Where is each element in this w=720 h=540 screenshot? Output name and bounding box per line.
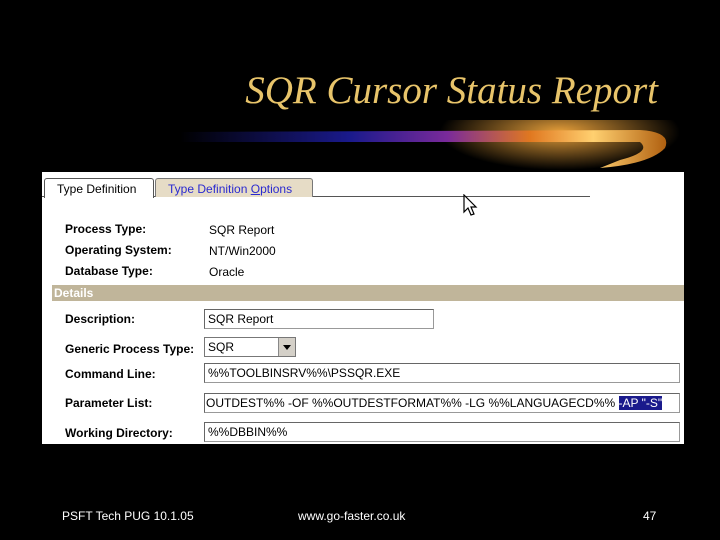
- slide-title: SQR Cursor Status Report: [245, 69, 658, 112]
- tab-label-pre: Type Definition: [168, 182, 251, 196]
- slide-page-number: 47: [643, 509, 657, 523]
- footer-left-text: PSFT Tech PUG 10.1.05: [62, 509, 194, 523]
- generic-process-type-label: Generic Process Type:: [65, 342, 195, 356]
- command-line-label: Command Line:: [65, 367, 156, 381]
- details-section-header: Details: [52, 285, 684, 301]
- generic-process-type-select[interactable]: SQR: [204, 337, 296, 357]
- operating-system-value: NT/Win2000: [209, 244, 276, 258]
- command-line-input[interactable]: %%TOOLBINSRV%%\PSSQR.EXE: [204, 363, 680, 383]
- process-type-definition-panel: Type Definition Type Definition Options …: [42, 172, 684, 444]
- database-type-value: Oracle: [209, 265, 245, 279]
- generic-process-type-value: SQR: [208, 340, 235, 354]
- tab-label-post: ptions: [260, 182, 293, 196]
- working-directory-input[interactable]: %%DBBIN%%: [204, 422, 680, 442]
- tab-type-definition[interactable]: Type Definition: [44, 178, 154, 198]
- process-type-value: SQR Report: [209, 223, 275, 237]
- parameter-list-text: OUTDEST%% -OF %%OUTDESTFORMAT%% -LG %%LA…: [206, 396, 619, 410]
- description-label: Description:: [65, 312, 136, 326]
- parameter-list-label: Parameter List:: [65, 396, 153, 410]
- parameter-list-input[interactable]: OUTDEST%% -OF %%OUTDESTFORMAT%% -LG %%LA…: [204, 393, 680, 413]
- working-directory-label: Working Directory:: [65, 426, 173, 440]
- mouse-pointer-icon: [463, 194, 478, 216]
- tab-type-definition-options[interactable]: Type Definition Options: [155, 178, 313, 197]
- parameter-list-selected-text: -AP "-S": [618, 396, 663, 410]
- process-type-label: Process Type:: [65, 222, 147, 236]
- description-input[interactable]: SQR Report: [204, 309, 434, 329]
- tab-label-accesskey: O: [250, 182, 261, 196]
- footer-url: www.go-faster.co.uk: [298, 509, 406, 523]
- database-type-label: Database Type:: [65, 264, 153, 278]
- decorative-swoosh: [180, 120, 680, 170]
- operating-system-label: Operating System:: [65, 243, 172, 257]
- chevron-down-icon[interactable]: [278, 338, 295, 356]
